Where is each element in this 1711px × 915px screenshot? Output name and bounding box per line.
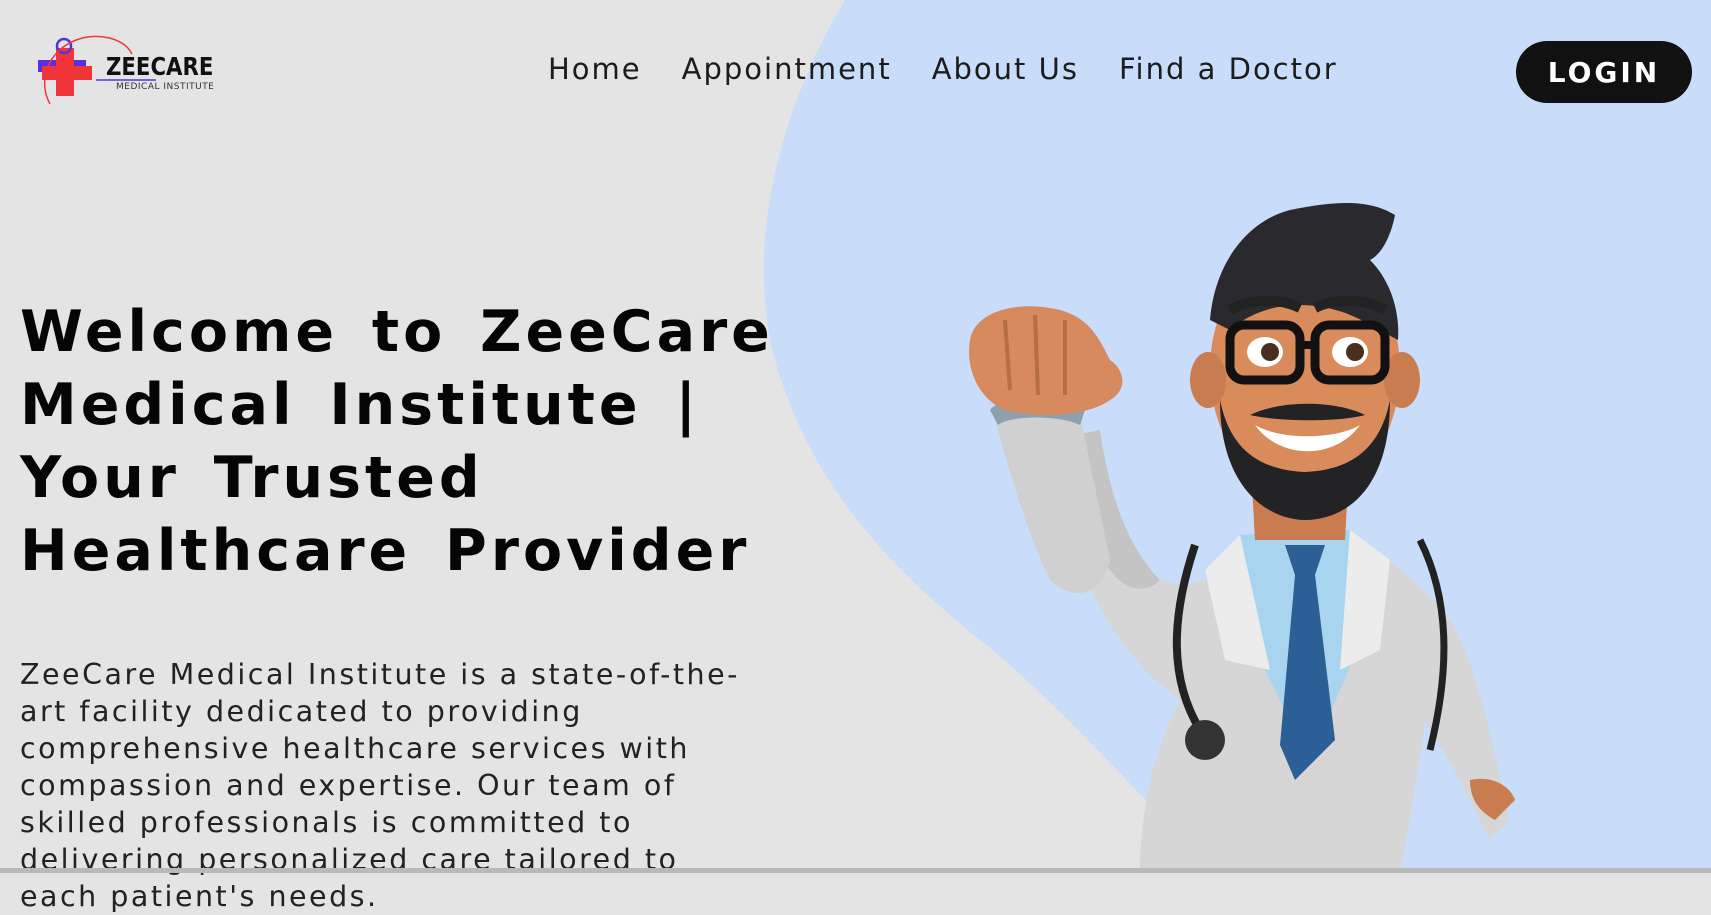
nav-appointment-link[interactable]: Appointment: [682, 52, 892, 86]
nav-about-us-link[interactable]: About Us: [932, 52, 1079, 86]
page-bottom-border: [0, 868, 1711, 873]
login-button[interactable]: LOGIN: [1516, 41, 1692, 103]
cartoon-doctor-icon: [969, 203, 1515, 873]
logo-tagline: MEDICAL INSTITUTE: [116, 82, 215, 92]
nav-find-doctor-link[interactable]: Find a Doctor: [1119, 52, 1338, 86]
navbar: ZEECARE MEDICAL INSTITUTE Home Appointme…: [0, 0, 1711, 140]
main-nav: Home Appointment About Us Find a Doctor: [548, 52, 1338, 86]
hero-title: Welcome to ZeeCare Medical Institute | Y…: [20, 299, 774, 584]
hero-description: ZeeCare Medical Institute is a state-of-…: [20, 658, 740, 913]
nav-home-link[interactable]: Home: [548, 52, 642, 86]
brand-logo[interactable]: ZEECARE MEDICAL INSTITUTE: [36, 32, 236, 112]
logo-title: ZEECARE: [106, 52, 214, 81]
